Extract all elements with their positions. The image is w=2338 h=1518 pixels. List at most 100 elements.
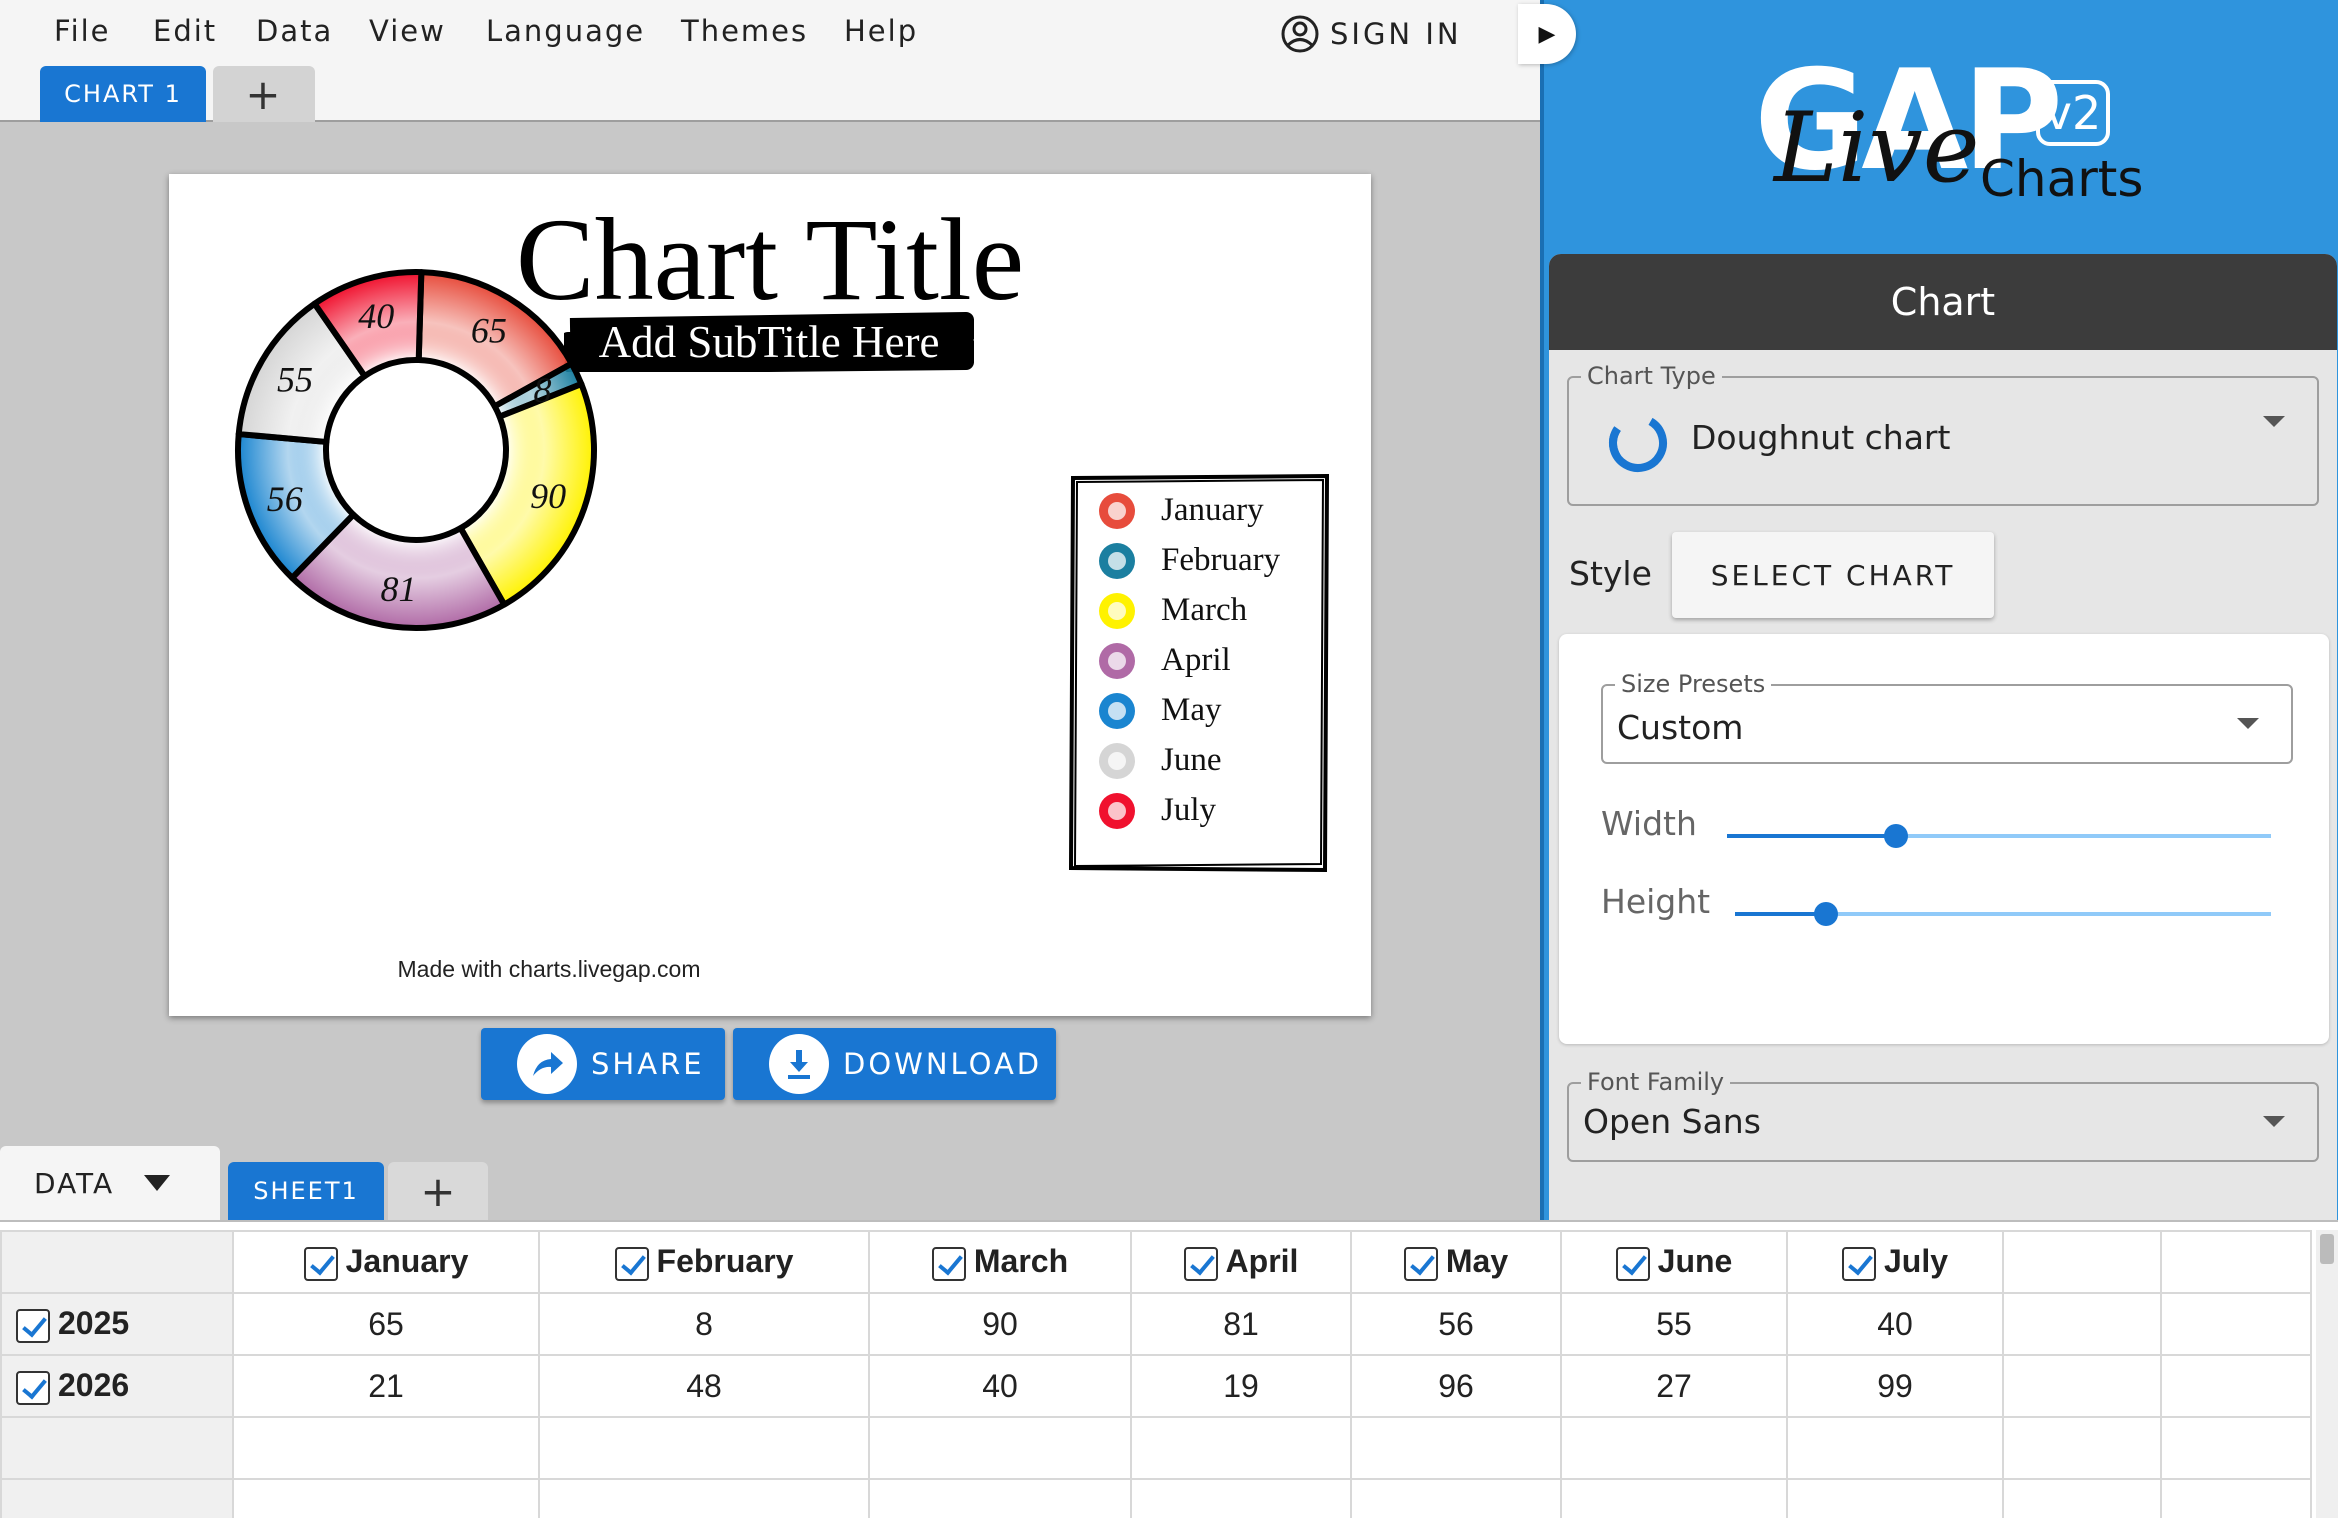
grid-cell[interactable] — [2002, 1416, 2162, 1480]
grid-cell[interactable] — [1560, 1416, 1788, 1480]
menu-view[interactable]: View — [369, 14, 446, 48]
grid-cell[interactable]: 40 — [868, 1354, 1132, 1418]
column-checkbox[interactable] — [931, 1246, 966, 1281]
collapse-panel-button[interactable]: ▶ — [1518, 4, 1576, 64]
row-checkbox[interactable] — [16, 1308, 50, 1343]
column-checkbox[interactable] — [1615, 1246, 1650, 1281]
table-row: 2025 65 8 90 81 56 55 40 — [0, 1292, 2312, 1356]
font-family-select[interactable]: Font Family Open Sans — [1567, 1068, 2319, 1162]
menu-help[interactable]: Help — [844, 14, 918, 48]
row-checkbox[interactable] — [16, 1370, 50, 1405]
grid-header-row: January February March April May June July — [0, 1230, 2312, 1294]
grid-cell[interactable]: 21 — [232, 1354, 540, 1418]
grid-cell[interactable]: 48 — [538, 1354, 870, 1418]
grid-cell[interactable]: 56 — [1350, 1292, 1562, 1356]
grid-cell[interactable] — [232, 1478, 540, 1518]
grid-cell[interactable] — [1350, 1416, 1562, 1480]
chart-type-select[interactable]: Chart Type Doughnut chart — [1567, 362, 2319, 506]
menu-themes[interactable]: Themes — [681, 14, 808, 48]
grid-cell[interactable] — [1786, 1478, 2004, 1518]
download-icon — [769, 1034, 829, 1094]
grid-cell[interactable]: 99 — [1786, 1354, 2004, 1418]
table-row — [0, 1478, 2312, 1518]
add-sheet-button[interactable]: + — [388, 1162, 488, 1220]
column-header-label: April — [1225, 1243, 1299, 1280]
data-label-april: 81 — [380, 569, 416, 609]
height-slider-thumb[interactable] — [1814, 902, 1839, 926]
column-header-june[interactable]: June — [1560, 1230, 1788, 1294]
legend-item-april[interactable]: April — [1099, 642, 1231, 679]
add-chart-tab-button[interactable]: + — [213, 66, 315, 122]
grid-cell[interactable] — [2160, 1478, 2312, 1518]
share-button[interactable]: SHARE — [481, 1028, 725, 1100]
menu-language[interactable]: Language — [486, 14, 645, 48]
legend-item-march[interactable]: March — [1099, 592, 1247, 629]
legend-item-january[interactable]: January — [1099, 492, 1264, 529]
sheet-tab-sheet1[interactable]: SHEET1 — [228, 1162, 384, 1220]
legend-item-february[interactable]: February — [1099, 542, 1280, 579]
width-slider-thumb[interactable] — [1883, 824, 1908, 848]
column-checkbox[interactable] — [1841, 1246, 1876, 1281]
grid-cell[interactable] — [1350, 1478, 1562, 1518]
grid-cell[interactable] — [868, 1478, 1132, 1518]
row-header-empty[interactable] — [0, 1416, 234, 1480]
grid-cell[interactable]: 81 — [1130, 1292, 1352, 1356]
legend-item-july[interactable]: July — [1099, 792, 1216, 829]
row-header-2026[interactable]: 2026 — [0, 1354, 234, 1418]
grid-cell[interactable]: 55 — [1560, 1292, 1788, 1356]
doughnut-chart-icon — [1609, 414, 1667, 472]
data-view-dropdown[interactable]: DATA — [0, 1146, 220, 1220]
grid-cell[interactable] — [538, 1416, 870, 1480]
row-header-empty[interactable] — [0, 1478, 234, 1518]
chart-canvas: Chart Title Add SubTitle Here 65 8 90 81 56 5… — [169, 174, 1371, 1016]
empty-column-header[interactable] — [2160, 1230, 2312, 1294]
grid-cell[interactable]: 8 — [538, 1292, 870, 1356]
column-header-march[interactable]: March — [868, 1230, 1132, 1294]
column-header-label: February — [656, 1243, 794, 1280]
grid-cell[interactable]: 27 — [1560, 1354, 1788, 1418]
grid-cell[interactable] — [868, 1416, 1132, 1480]
column-header-july[interactable]: July — [1786, 1230, 2004, 1294]
column-header-january[interactable]: January — [232, 1230, 540, 1294]
grid-cell[interactable] — [2160, 1292, 2312, 1356]
panel-header: Chart — [1549, 254, 2337, 350]
grid-cell[interactable] — [232, 1416, 540, 1480]
grid-cell[interactable] — [1786, 1416, 2004, 1480]
grid-cell[interactable] — [2160, 1354, 2312, 1418]
column-checkbox[interactable] — [1403, 1246, 1438, 1281]
row-header-2025[interactable]: 2025 — [0, 1292, 234, 1356]
column-checkbox[interactable] — [1183, 1246, 1218, 1281]
column-header-may[interactable]: May — [1350, 1230, 1562, 1294]
grid-cell[interactable]: 65 — [232, 1292, 540, 1356]
grid-cell[interactable] — [2002, 1478, 2162, 1518]
empty-column-header[interactable] — [2002, 1230, 2162, 1294]
grid-cell[interactable] — [2002, 1292, 2162, 1356]
tab-chart-1[interactable]: CHART 1 — [40, 66, 206, 122]
data-dropdown-label: DATA — [34, 1166, 115, 1200]
grid-cell[interactable]: 19 — [1130, 1354, 1352, 1418]
column-checkbox[interactable] — [303, 1246, 338, 1281]
menu-edit[interactable]: Edit — [153, 14, 217, 48]
grid-cell[interactable]: 40 — [1786, 1292, 2004, 1356]
column-checkbox[interactable] — [614, 1246, 649, 1281]
sign-in-button[interactable]: SIGN IN — [1280, 10, 1462, 58]
grid-cell[interactable] — [2160, 1416, 2312, 1480]
grid-cell[interactable]: 90 — [868, 1292, 1132, 1356]
legend-item-may[interactable]: May — [1099, 692, 1222, 729]
menu-file[interactable]: File — [54, 14, 111, 48]
column-header-april[interactable]: April — [1130, 1230, 1352, 1294]
column-header-february[interactable]: February — [538, 1230, 870, 1294]
download-button[interactable]: DOWNLOAD — [733, 1028, 1056, 1100]
grid-scrollbar[interactable] — [2316, 1230, 2338, 1518]
select-chart-button[interactable]: SELECT CHART — [1672, 532, 1994, 618]
grid-cell[interactable] — [538, 1478, 870, 1518]
size-presets-select[interactable]: Size Presets Custom — [1601, 670, 2293, 764]
legend-item-june[interactable]: June — [1099, 742, 1222, 779]
grid-cell[interactable] — [1130, 1478, 1352, 1518]
grid-cell[interactable] — [2002, 1354, 2162, 1418]
menu-data[interactable]: Data — [256, 14, 333, 48]
grid-cell[interactable] — [1130, 1416, 1352, 1480]
grid-cell[interactable]: 96 — [1350, 1354, 1562, 1418]
legend-swatch — [1099, 742, 1135, 779]
grid-cell[interactable] — [1560, 1478, 1788, 1518]
